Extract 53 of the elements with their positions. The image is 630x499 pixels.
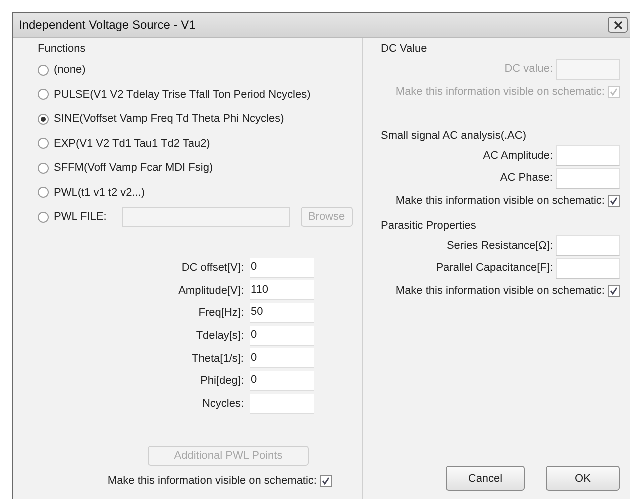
checkbox-label: Make this information visible on schematic: (396, 284, 605, 296)
radio-button[interactable] (38, 212, 49, 223)
field-label: Freq[Hz]: (198, 307, 244, 320)
checkbox[interactable] (320, 475, 332, 487)
field-label: AC Amplitude: (483, 150, 553, 162)
input-field[interactable] (250, 394, 314, 414)
field-label: Phi[deg]: (200, 375, 244, 388)
radio-label[interactable]: SINE(Voffset Vamp Freq Td Theta Phi Ncycles) (54, 113, 284, 126)
field-label: DC offset[V]: (182, 262, 244, 274)
radio-button[interactable] (38, 138, 49, 150)
radio-button[interactable] (38, 162, 49, 174)
radio-button[interactable] (38, 89, 49, 100)
radio-label[interactable]: PWL FILE: (54, 211, 107, 224)
input-field[interactable]: 0 (250, 348, 314, 368)
window-title: Independent Voltage Source - V1 (19, 18, 196, 32)
input-field[interactable]: 0 (250, 370, 314, 391)
checkbox-label: Make this information visible on schematic: (396, 86, 605, 98)
checkbox[interactable] (608, 284, 620, 296)
close-icon (614, 20, 622, 30)
radio-label[interactable]: PWL(t1 v1 t2 v2...) (54, 186, 146, 199)
ok-button[interactable]: OK (546, 466, 620, 491)
input-field[interactable]: 0 (250, 258, 314, 278)
field-label: Tdelay[s]: (196, 330, 244, 342)
checkbox-label: Make this information visible on schematic: (396, 194, 605, 206)
close-button[interactable] (608, 17, 628, 33)
cancel-button[interactable]: Cancel (446, 466, 525, 491)
group-heading: Parasitic Properties (381, 220, 476, 232)
group-heading: Small signal AC analysis(.AC) (381, 130, 526, 142)
input-field[interactable] (556, 235, 620, 256)
input-field[interactable]: 110 (250, 280, 314, 300)
radio-label[interactable]: EXP(V1 V2 Td1 Tau1 Td2 Tau2) (54, 138, 210, 150)
group-heading: DC Value (381, 43, 428, 55)
input-field[interactable]: 50 (250, 302, 314, 323)
radio-button[interactable] (38, 114, 49, 125)
input-field[interactable] (556, 258, 620, 279)
radio-button[interactable] (38, 187, 49, 198)
checkbox-label: Make this information visible on schematic: (108, 475, 317, 487)
radio-label[interactable]: SFFM(Voff Vamp Fcar MDI Fsig) (54, 162, 214, 174)
field-label: Amplitude[V]: (178, 284, 244, 297)
field-label: Parallel Capacitance[F]: (436, 262, 553, 274)
input-field[interactable] (556, 168, 620, 189)
radio-label[interactable]: PULSE(V1 V2 Tdelay Trise Tfall Ton Period Ncycles) (54, 88, 311, 101)
field-label: DC value: (504, 63, 553, 76)
input-field[interactable] (556, 145, 620, 166)
field-label: Theta[1/s]: (192, 352, 244, 365)
field-label: Series Resistance[Ω]: (446, 240, 553, 252)
field-label: Ncycles: (202, 398, 244, 410)
checkbox[interactable] (608, 194, 620, 206)
input-field[interactable]: 0 (250, 326, 314, 346)
field-label: AC Phase: (500, 172, 553, 184)
radio-button[interactable] (38, 64, 49, 76)
group-heading: Functions (38, 43, 86, 55)
radio-label[interactable]: (none) (54, 64, 86, 76)
